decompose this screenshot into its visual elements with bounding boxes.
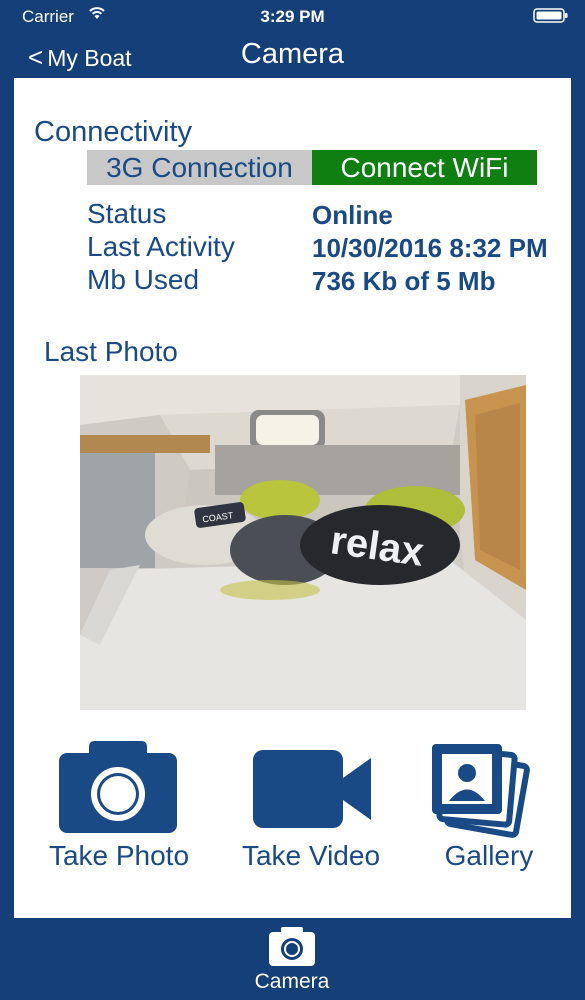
take-photo-button[interactable]: Take Photo: [34, 738, 204, 888]
camera-icon: [59, 741, 177, 833]
last-activity-value: 10/30/2016 8:32 PM: [312, 233, 548, 263]
last-activity-label: Last Activity: [87, 231, 235, 262]
gallery-icon: [432, 744, 530, 838]
clock: 3:29 PM: [260, 7, 325, 26]
status-value: Online: [312, 200, 393, 230]
page-title: Camera: [240, 38, 345, 70]
tab-camera[interactable]: Camera: [252, 926, 332, 996]
tab-camera-label: Camera: [254, 970, 330, 993]
battery-icon: [533, 8, 568, 23]
take-photo-label: Take Photo: [48, 840, 190, 871]
main-content: Connectivity 3G Connection Connect WiFi …: [14, 78, 571, 918]
mb-used-label: Mb Used: [87, 264, 200, 295]
connect-wifi-button[interactable]: Connect WiFi: [312, 150, 537, 185]
gallery-button[interactable]: Gallery: [404, 738, 574, 888]
status-bar: Carrier 3:29 PM: [0, 0, 585, 34]
tab-bar: Camera: [0, 920, 585, 1000]
mb-used-value: 736 Kb of 5 Mb: [312, 266, 496, 296]
connectivity-heading: Connectivity: [34, 116, 192, 148]
last-photo-heading: Last Photo: [44, 336, 178, 367]
take-video-label: Take Video: [241, 840, 381, 871]
take-video-button[interactable]: Take Video: [226, 738, 396, 888]
last-photo-image[interactable]: COAST relax: [80, 375, 526, 710]
camera-icon: [269, 927, 315, 966]
video-camera-icon: [253, 750, 371, 828]
navigation-bar: < My Boat Camera: [0, 34, 585, 76]
3g-connection-option[interactable]: 3G Connection: [87, 150, 312, 185]
gallery-label: Gallery: [444, 840, 534, 871]
status-label: Status: [87, 198, 167, 229]
